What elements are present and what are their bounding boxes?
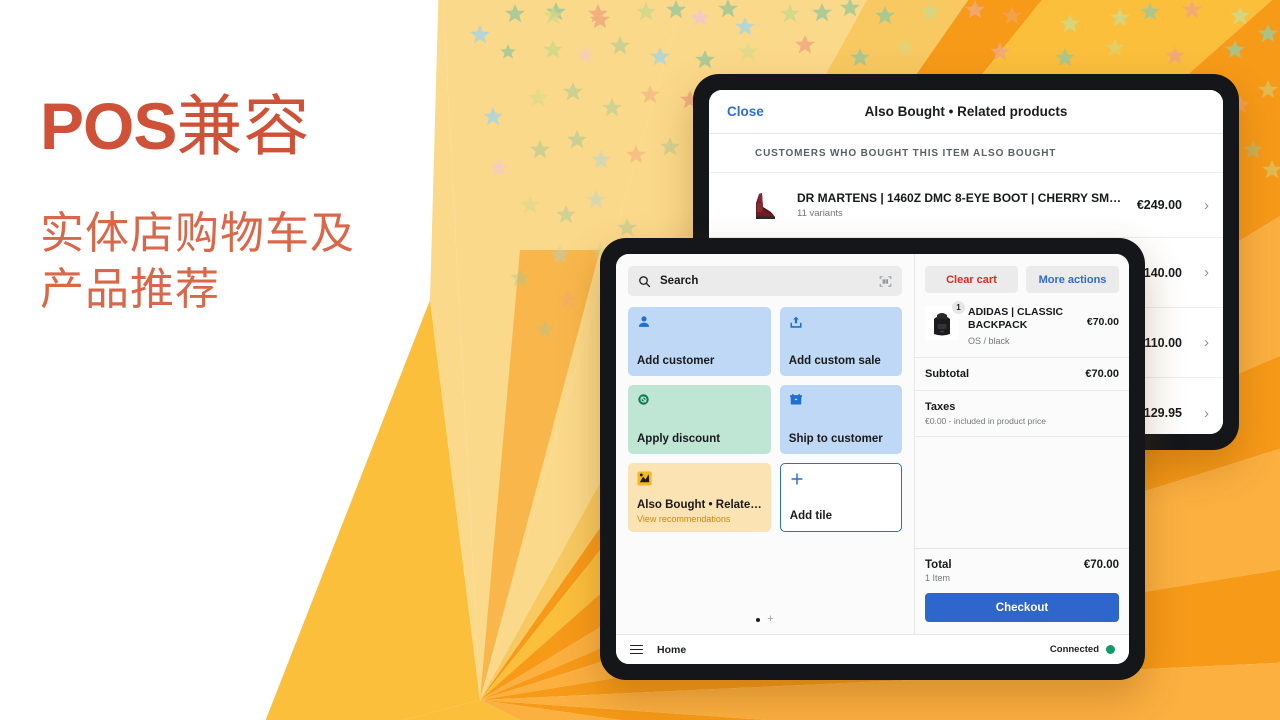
- cart-subtotal-row: Subtotal €70.00: [915, 358, 1129, 391]
- product-text: DR MARTENS | 1460Z DMC 8-EYE BOOT | CHER…: [797, 191, 1125, 219]
- also-bought-header: Close Also Bought • Related products: [709, 90, 1223, 134]
- subtitle-line-1: 实体店购物车及: [40, 208, 355, 258]
- more-actions-button[interactable]: More actions: [1026, 266, 1119, 293]
- search-icon: [639, 275, 651, 287]
- chevron-right-icon: ›: [1204, 196, 1209, 214]
- also-bought-title: Also Bought • Related products: [864, 104, 1068, 119]
- cart-total-row: Total 1 Item €70.00: [925, 559, 1119, 583]
- cart-item-qty-badge: 1: [952, 301, 965, 314]
- product-name: DR MARTENS | 1460Z DMC 8-EYE BOOT | CHER…: [797, 191, 1125, 205]
- status-dot-icon: [1106, 645, 1115, 654]
- pos-cart-panel: Clear cart More actions 1 ADIDAS | CLASS…: [915, 254, 1129, 634]
- status-badge: Connected: [1049, 644, 1099, 655]
- cart-taxes-row: Taxes €0.00 - included in product price: [915, 391, 1129, 437]
- cart-action-bar: Clear cart More actions: [915, 254, 1129, 303]
- pager-add-page-icon[interactable]: +: [767, 614, 773, 625]
- marketing-copy: POS兼容 实体店购物车及 产品推荐: [40, 89, 470, 319]
- connection-status: Connected: [1050, 644, 1115, 655]
- recommendation-row[interactable]: DR MARTENS | 1460Z DMC 8-EYE BOOT | CHER…: [709, 173, 1223, 238]
- subtitle-line-2: 产品推荐: [40, 265, 220, 315]
- search-input[interactable]: Search: [628, 266, 902, 296]
- cart-item-price: €70.00: [1086, 316, 1119, 328]
- pos-app: Search Add customer Add custom sale Appl…: [616, 254, 1129, 664]
- tile-label: Apply discount: [637, 432, 721, 445]
- pos-tile-grid-panel: Search Add customer Add custom sale Appl…: [616, 254, 915, 634]
- tile-label: Add custom sale: [788, 354, 881, 367]
- headline-latin: POS: [40, 89, 177, 163]
- chevron-right-icon: ›: [1204, 334, 1209, 351]
- tile-grid: Add customer Add custom sale Apply disco…: [628, 307, 902, 532]
- checkout-button[interactable]: Checkout: [925, 593, 1119, 622]
- pos-footer: Home Connected: [616, 634, 1129, 664]
- discount-icon: [638, 394, 649, 405]
- pager-dot-active[interactable]: [756, 617, 761, 622]
- section-header: CUSTOMERS WHO BOUGHT THIS ITEM ALSO BOUG…: [709, 134, 1223, 173]
- subtotal-value: €70.00: [1085, 367, 1119, 380]
- tile-apply-discount[interactable]: Apply discount: [628, 385, 771, 454]
- cart-item-thumbnail: 1: [925, 301, 965, 340]
- clear-cart-button[interactable]: Clear cart: [925, 266, 1018, 293]
- barcode-scan-icon[interactable]: [879, 275, 892, 288]
- cart-line-item[interactable]: 1 ADIDAS | CLASSIC BACKPACK OS / black €…: [915, 301, 1129, 358]
- product-price: €249.00: [1136, 198, 1182, 212]
- tile-label: Add customer: [637, 354, 715, 367]
- footer-home-label[interactable]: Home: [657, 644, 686, 656]
- tile-label: Also Bought • Relate…: [637, 498, 762, 511]
- cart-spacer: [915, 437, 1129, 548]
- tablet-pos: Search Add customer Add custom sale Appl…: [600, 238, 1145, 680]
- tile-sublabel: View recommendations: [637, 514, 731, 524]
- tile-add-customer[interactable]: Add customer: [628, 307, 771, 376]
- tile-pager[interactable]: +: [628, 604, 902, 634]
- product-variants: 11 variants: [797, 208, 843, 219]
- search-placeholder: Search: [660, 275, 699, 287]
- cart-item-name: ADIDAS | CLASSIC BACKPACK: [968, 306, 1064, 332]
- shipping-icon: [789, 393, 802, 405]
- chevron-right-icon: ›: [1204, 404, 1209, 422]
- taxes-label: Taxes: [925, 400, 956, 413]
- total-labels: Total 1 Item: [925, 559, 952, 583]
- app-tile-icon: [637, 471, 652, 486]
- tile-ship-to-customer[interactable]: Ship to customer: [779, 385, 902, 454]
- tile-label: Add tile: [789, 509, 832, 522]
- plus-icon: [791, 473, 803, 485]
- hamburger-menu-icon[interactable]: [630, 644, 643, 655]
- page-title: POS兼容: [40, 89, 470, 163]
- pos-screen: Search Add customer Add custom sale Appl…: [616, 254, 1129, 664]
- promo-banner: POS兼容 实体店购物车及 产品推荐 Close Also Bought • R…: [0, 0, 1280, 720]
- chevron-right-icon: ›: [1204, 264, 1209, 281]
- taxes-note: €0.00 - included in product price: [925, 415, 1046, 426]
- person-icon: [638, 316, 650, 327]
- product-thumbnail: [745, 185, 785, 225]
- cart-total-section: Total 1 Item €70.00 Checkout: [915, 548, 1129, 634]
- subtotal-label: Subtotal: [925, 367, 969, 380]
- total-label: Total: [925, 559, 952, 571]
- page-subtitle: 实体店购物车及 产品推荐: [40, 206, 470, 319]
- upload-icon: [790, 316, 802, 328]
- pos-body: Search Add customer Add custom sale Appl…: [616, 254, 1129, 634]
- cart-item-variant: OS / black: [968, 335, 1010, 346]
- tile-also-bought[interactable]: Also Bought • Relate… View recommendatio…: [628, 463, 771, 532]
- tile-add-custom-sale[interactable]: Add custom sale: [779, 307, 902, 376]
- total-item-count: 1 Item: [925, 573, 951, 583]
- tile-add-tile[interactable]: Add tile: [779, 463, 902, 532]
- cart-item-details: ADIDAS | CLASSIC BACKPACK OS / black: [968, 306, 1078, 346]
- close-button[interactable]: Close: [727, 104, 764, 119]
- headline-cjk: 兼容: [176, 89, 311, 163]
- tile-label: Ship to customer: [788, 432, 883, 445]
- boot-icon: [745, 185, 785, 225]
- total-value: €70.00: [1083, 559, 1119, 571]
